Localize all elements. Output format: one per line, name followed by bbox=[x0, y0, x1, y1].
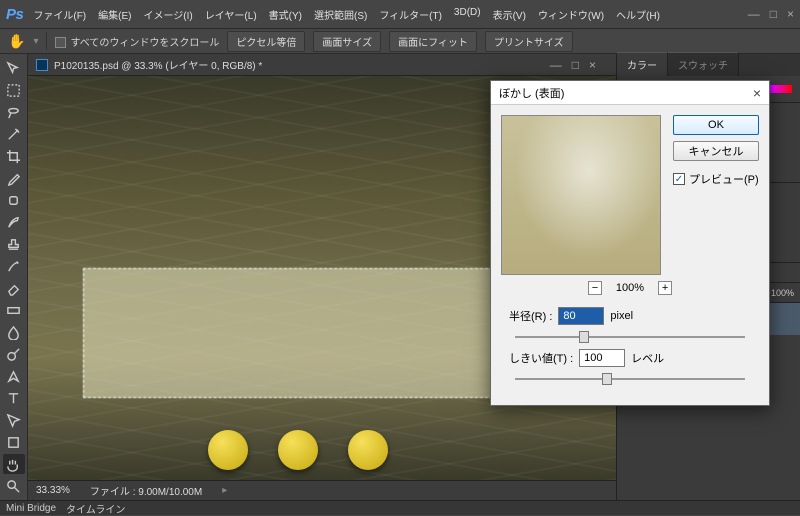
gradient-tool-icon[interactable] bbox=[3, 300, 25, 320]
scroll-all-label: すべてのウィンドウをスクロール bbox=[70, 38, 219, 49]
eraser-tool-icon[interactable] bbox=[3, 278, 25, 298]
document-title: P1020135.psd @ 33.3% (レイヤー 0, RGB/8) * bbox=[54, 57, 262, 72]
zoom-readout[interactable]: 33.33% bbox=[36, 485, 70, 496]
app-maximize-icon[interactable]: □ bbox=[770, 7, 777, 21]
doc-maximize-icon[interactable]: □ bbox=[572, 58, 579, 72]
file-info-label: ファイル : bbox=[90, 487, 136, 498]
threshold-slider[interactable] bbox=[515, 373, 745, 385]
blur-tool-icon[interactable] bbox=[3, 322, 25, 342]
hand-tool-icon-2[interactable] bbox=[3, 454, 25, 474]
radius-unit: pixel bbox=[610, 310, 633, 322]
threshold-label: しきい値(T) : bbox=[509, 350, 573, 366]
lasso-tool-icon[interactable] bbox=[3, 102, 25, 122]
cancel-button[interactable]: キャンセル bbox=[673, 141, 759, 161]
dialog-title: ぼかし (表面) bbox=[499, 85, 564, 101]
path-tool-icon[interactable] bbox=[3, 410, 25, 430]
menu-edit[interactable]: 編集(E) bbox=[98, 7, 131, 22]
zoom-value: 100% bbox=[616, 282, 644, 294]
radius-input[interactable] bbox=[558, 307, 604, 325]
move-tool-icon[interactable] bbox=[3, 58, 25, 78]
menu-image[interactable]: イメージ(I) bbox=[143, 7, 192, 22]
print-size-button[interactable]: プリントサイズ bbox=[485, 31, 573, 52]
zoom-out-button[interactable]: − bbox=[588, 281, 602, 295]
tab-swatches[interactable]: スウォッチ bbox=[668, 52, 739, 76]
threshold-input[interactable] bbox=[579, 349, 625, 367]
marquee-tool-icon[interactable] bbox=[3, 80, 25, 100]
fit-screen-button[interactable]: 画面サイズ bbox=[313, 31, 381, 52]
eyedropper-tool-icon[interactable] bbox=[3, 168, 25, 188]
history-brush-tool-icon[interactable] bbox=[3, 256, 25, 276]
menu-file[interactable]: ファイル(F) bbox=[33, 7, 86, 22]
menu-type[interactable]: 書式(Y) bbox=[269, 7, 302, 22]
wand-tool-icon[interactable] bbox=[3, 124, 25, 144]
doc-close-icon[interactable]: × bbox=[589, 58, 596, 72]
fit-on-button[interactable]: 画面にフィット bbox=[389, 31, 477, 52]
menu-3d[interactable]: 3D(D) bbox=[454, 7, 481, 22]
shape-tool-icon[interactable] bbox=[3, 432, 25, 452]
surface-blur-dialog: ぼかし (表面) × − 100% + 半径(R) : pixel しきい値(T… bbox=[490, 80, 770, 406]
dodge-tool-icon[interactable] bbox=[3, 344, 25, 364]
app-logo: Ps bbox=[6, 6, 23, 23]
menu-help[interactable]: ヘルプ(H) bbox=[616, 7, 660, 22]
threshold-unit: レベル bbox=[631, 350, 664, 366]
app-close-icon[interactable]: × bbox=[787, 7, 794, 21]
preview-label: プレビュー(P) bbox=[689, 171, 759, 187]
zoom-in-button[interactable]: + bbox=[658, 281, 672, 295]
selection-marquee bbox=[83, 268, 513, 398]
tab-color[interactable]: カラー bbox=[617, 52, 668, 76]
dialog-preview[interactable] bbox=[501, 115, 661, 275]
radius-label: 半径(R) : bbox=[509, 308, 552, 324]
stamp-tool-icon[interactable] bbox=[3, 234, 25, 254]
radius-slider[interactable] bbox=[515, 331, 745, 343]
brush-tool-icon[interactable] bbox=[3, 212, 25, 232]
preview-checkbox[interactable]: ✓プレビュー(P) bbox=[673, 171, 759, 187]
doc-minimize-icon[interactable]: — bbox=[550, 58, 562, 72]
menu-view[interactable]: 表示(V) bbox=[493, 7, 526, 22]
ok-button[interactable]: OK bbox=[673, 115, 759, 135]
menu-filter[interactable]: フィルター(T) bbox=[379, 7, 442, 22]
tab-timeline[interactable]: タイムライン bbox=[66, 501, 125, 516]
menu-layer[interactable]: レイヤー(L) bbox=[205, 7, 257, 22]
app-minimize-icon[interactable]: — bbox=[748, 7, 760, 21]
scroll-all-checkbox[interactable]: すべてのウィンドウをスクロール bbox=[55, 34, 219, 49]
toolbox bbox=[0, 54, 28, 500]
dialog-close-icon[interactable]: × bbox=[753, 85, 761, 101]
fill-value[interactable]: 100% bbox=[771, 288, 794, 298]
menu-select[interactable]: 選択範囲(S) bbox=[314, 7, 367, 22]
ps-file-icon bbox=[36, 59, 48, 71]
crop-tool-icon[interactable] bbox=[3, 146, 25, 166]
actual-pixels-button[interactable]: ピクセル等倍 bbox=[227, 31, 305, 52]
type-tool-icon[interactable] bbox=[3, 388, 25, 408]
zoom-tool-icon[interactable] bbox=[3, 476, 25, 496]
separator bbox=[46, 32, 47, 50]
tab-minibridge[interactable]: Mini Bridge bbox=[6, 503, 56, 514]
healing-tool-icon[interactable] bbox=[3, 190, 25, 210]
menu-bar: ファイル(F) 編集(E) イメージ(I) レイヤー(L) 書式(Y) 選択範囲… bbox=[33, 7, 660, 22]
file-size: 9.00M/10.00M bbox=[138, 487, 202, 498]
hand-tool-icon[interactable]: ✋ bbox=[8, 33, 25, 50]
pen-tool-icon[interactable] bbox=[3, 366, 25, 386]
menu-window[interactable]: ウィンドウ(W) bbox=[538, 7, 604, 22]
